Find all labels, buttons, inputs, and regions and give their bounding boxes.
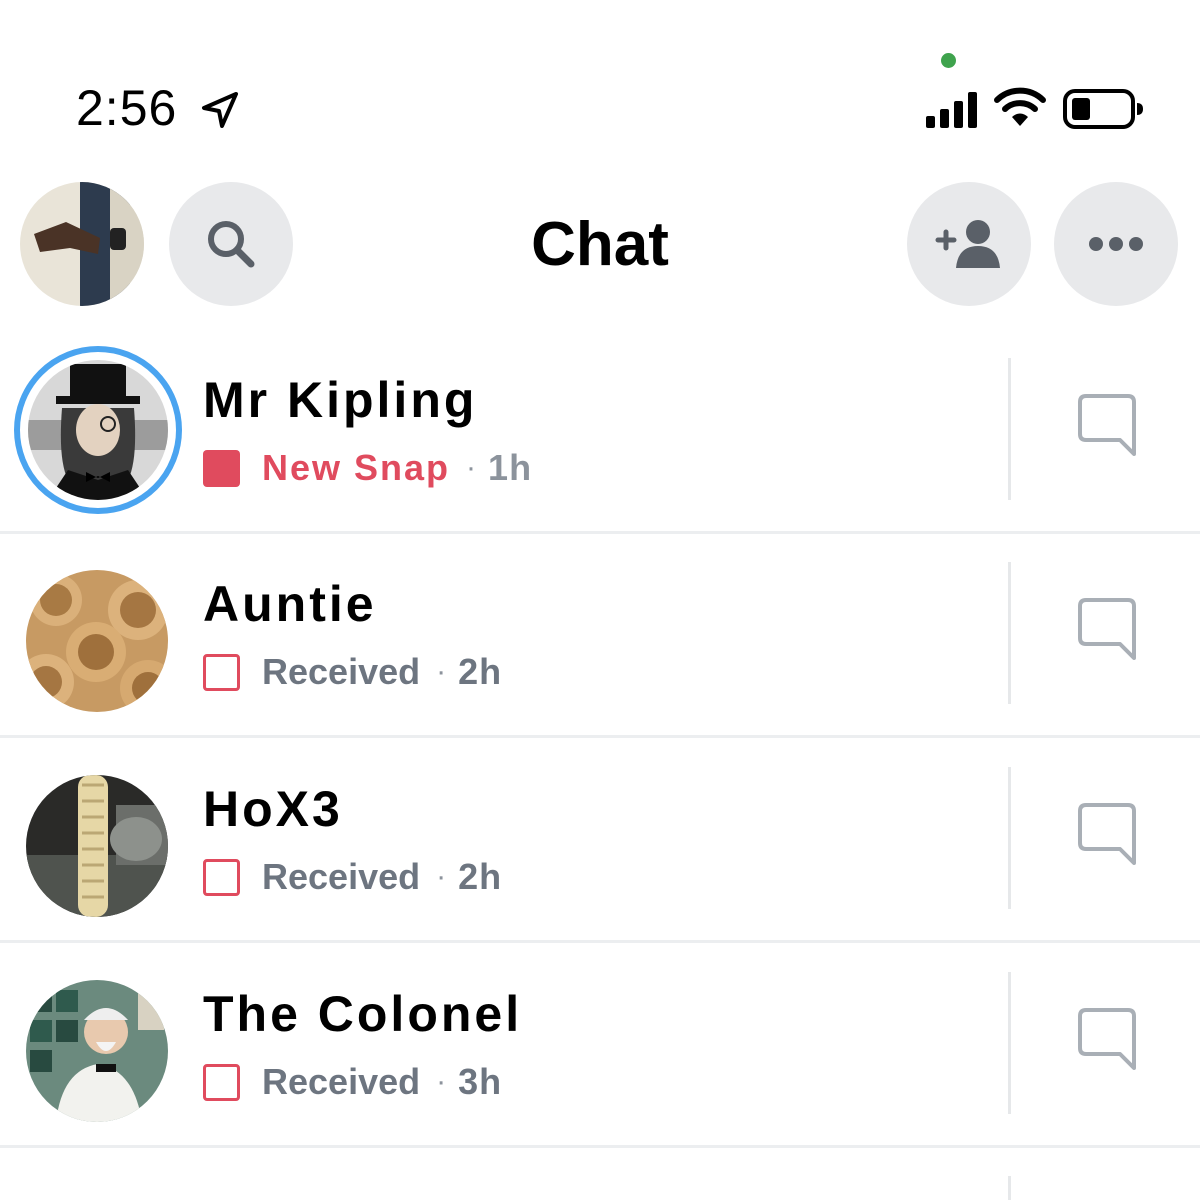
chat-name: Mr Kipling (203, 372, 478, 428)
chat-row-the-colonel[interactable]: The Colonel Received · 3h (0, 944, 1200, 1148)
search-icon (208, 221, 255, 268)
avatar[interactable] (26, 570, 168, 712)
received-snap-icon (203, 653, 240, 691)
status-label: Received (262, 856, 421, 897)
row-divider (1008, 562, 1011, 704)
more-button[interactable] (1054, 182, 1178, 306)
separator-dot: · (436, 1065, 447, 1098)
location-arrow-icon (202, 92, 238, 128)
status-time: 2h (458, 651, 503, 692)
status-label: Received (262, 651, 421, 692)
add-friend-icon (935, 220, 1000, 268)
received-snap-icon (203, 858, 240, 896)
chat-row-auntie[interactable]: Auntie Received · 2h (0, 534, 1200, 738)
chat-row-mr-kipling[interactable]: Mr Kipling New Snap · 1h (0, 330, 1200, 534)
status-time: 3h (458, 1061, 503, 1102)
profile-avatar[interactable] (20, 182, 144, 306)
chat-row-hox3[interactable]: HoX3 Received · 2h (0, 739, 1200, 943)
battery-icon (1063, 89, 1143, 129)
status-label: Received (262, 1061, 421, 1102)
separator-dot: · (466, 451, 477, 484)
chat-status: Received · 3h (203, 1060, 502, 1104)
status-time: 1h (488, 447, 533, 488)
separator-dot: · (436, 860, 447, 893)
wifi-icon (994, 87, 1046, 126)
chat-bubble-icon[interactable] (1076, 801, 1138, 867)
chat-bubble-icon[interactable] (1076, 596, 1138, 662)
chat-name: Auntie (203, 576, 377, 632)
avatar[interactable] (26, 980, 168, 1122)
avatar[interactable] (28, 360, 168, 500)
chat-status: New Snap · 1h (203, 446, 532, 490)
chat-bubble-icon[interactable] (1076, 392, 1138, 458)
received-snap-icon (203, 1063, 240, 1101)
separator-dot: · (436, 655, 447, 688)
chat-status: Received · 2h (203, 855, 502, 899)
avatar[interactable] (26, 775, 168, 917)
chat-status: Received · 2h (203, 650, 502, 694)
status-time: 2h (458, 856, 503, 897)
more-icon (1089, 237, 1143, 251)
status-label: New Snap (262, 447, 451, 488)
chat-name: The Colonel (203, 986, 523, 1042)
add-friend-button[interactable] (907, 182, 1031, 306)
page-title: Chat (531, 210, 669, 279)
new-snap-icon (203, 449, 240, 487)
privacy-indicator-dot (941, 53, 956, 68)
signal-icon (926, 92, 977, 128)
status-time: 2:56 (76, 80, 178, 136)
row-divider (1008, 972, 1011, 1114)
search-button[interactable] (169, 182, 293, 306)
row-divider (1008, 358, 1011, 500)
row-divider (1008, 767, 1011, 909)
chat-bubble-icon[interactable] (1076, 1006, 1138, 1072)
chat-name: HoX3 (203, 781, 343, 837)
row-divider (1008, 1176, 1011, 1200)
